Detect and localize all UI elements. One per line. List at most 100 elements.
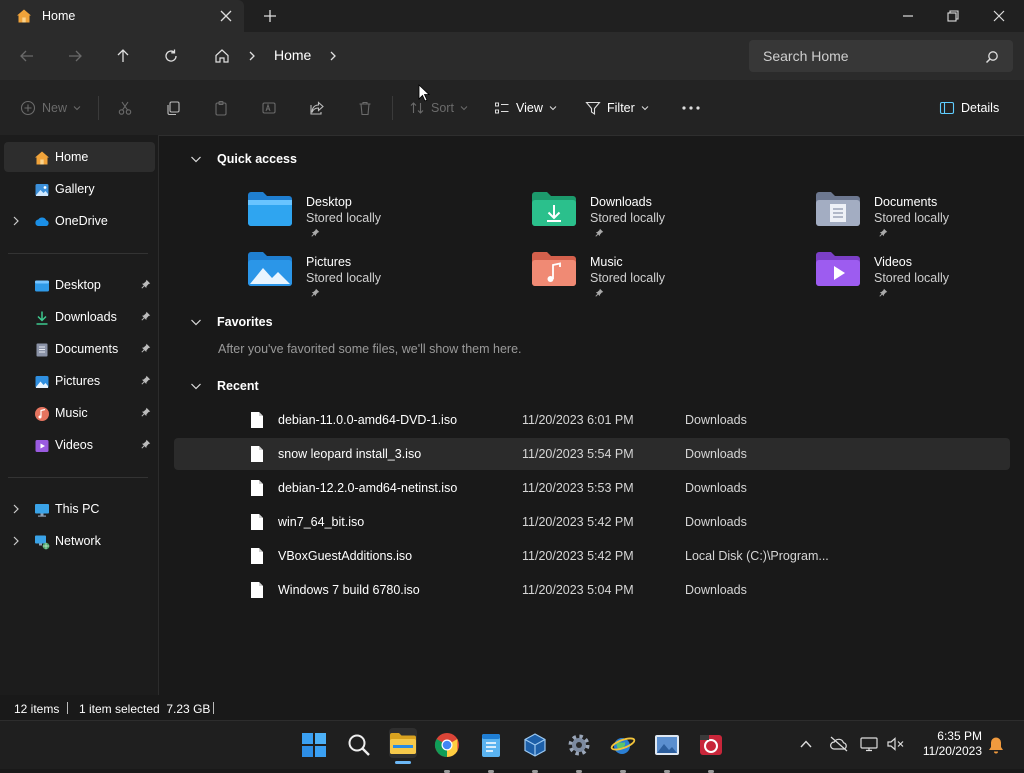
details-button[interactable]: Details [939, 100, 999, 116]
divider [213, 702, 214, 714]
videos-icon [34, 438, 50, 454]
more-options-icon[interactable] [682, 106, 700, 110]
start-button[interactable] [300, 731, 328, 759]
pin-icon[interactable] [141, 279, 151, 289]
quick-access-music[interactable]: Music Stored locally [532, 249, 792, 301]
forward-arrow-icon[interactable] [67, 48, 83, 64]
taskbar-app-globe[interactable] [609, 731, 637, 773]
sidebar-item-gallery[interactable]: Gallery [4, 174, 155, 204]
new-tab-icon[interactable] [262, 8, 278, 24]
cloud-offline-icon[interactable] [829, 736, 849, 752]
sidebar-item-music[interactable]: Music [4, 398, 155, 428]
pin-icon[interactable] [141, 439, 151, 449]
quick-access-documents[interactable]: Documents Stored locally [816, 189, 1024, 241]
sidebar-item-onedrive[interactable]: OneDrive [4, 206, 155, 236]
file-location: Downloads [685, 515, 747, 529]
taskbar: 6:35 PM 11/20/2023 [0, 720, 1024, 773]
up-arrow-icon[interactable] [115, 48, 131, 64]
sidebar-item-downloads[interactable]: Downloads [4, 302, 155, 332]
quick-access-pictures[interactable]: Pictures Stored locally [248, 249, 508, 301]
pin-icon[interactable] [141, 407, 151, 417]
onedrive-cloud-icon [34, 216, 50, 227]
delete-icon[interactable] [357, 100, 373, 116]
quick-access-header[interactable]: Quick access [190, 152, 297, 166]
pin-icon[interactable] [141, 343, 151, 353]
pin-icon[interactable] [141, 311, 151, 321]
volume-muted-icon[interactable] [886, 736, 906, 752]
home-breadcrumb-icon[interactable] [214, 48, 230, 64]
recent-file-row[interactable]: snow leopard install_3.iso 11/20/2023 5:… [174, 438, 1010, 470]
sidebar-item-home[interactable]: Home [4, 142, 155, 172]
favorites-header[interactable]: Favorites [190, 315, 273, 329]
refresh-icon[interactable] [163, 48, 179, 64]
filter-button[interactable]: Filter [585, 100, 649, 116]
taskbar-app-red[interactable] [697, 731, 725, 773]
back-arrow-icon[interactable] [19, 48, 35, 64]
sidebar-item-pictures[interactable]: Pictures [4, 366, 155, 396]
sidebar-item-network[interactable]: Network [4, 526, 155, 556]
paste-icon[interactable] [213, 100, 229, 116]
taskbar-file-explorer[interactable] [389, 728, 417, 764]
breadcrumb-chevron-icon[interactable] [246, 48, 258, 64]
quick-access-downloads[interactable]: Downloads Stored locally [532, 189, 792, 241]
sidebar-item-desktop[interactable]: Desktop [4, 270, 155, 300]
chevron-right-icon[interactable] [12, 504, 20, 514]
tab-home[interactable]: Home [0, 0, 244, 32]
file-name: VBoxGuestAdditions.iso [278, 549, 413, 563]
close-window-icon[interactable] [991, 8, 1007, 24]
sidebar-item-label: Desktop [55, 278, 101, 292]
chevron-right-icon[interactable] [12, 536, 20, 546]
rename-icon[interactable] [261, 100, 277, 116]
sidebar-item-documents[interactable]: Documents [4, 334, 155, 364]
taskbar-notepad[interactable] [477, 731, 505, 773]
new-button[interactable]: New [20, 100, 81, 116]
file-date: 11/20/2023 5:42 PM [522, 515, 634, 529]
quick-access-videos[interactable]: Videos Stored locally [816, 249, 1024, 301]
breadcrumb-chevron-icon[interactable] [327, 48, 339, 64]
recent-file-row[interactable]: debian-12.2.0-amd64-netinst.iso 11/20/20… [174, 472, 1010, 504]
network-display-icon[interactable] [860, 736, 878, 752]
notification-bell-icon[interactable] [988, 736, 1004, 754]
taskbar-search-button[interactable] [345, 731, 373, 759]
taskbar-virtualbox[interactable] [521, 731, 549, 773]
view-button[interactable]: View [494, 100, 557, 116]
sidebar-item-label: Documents [55, 342, 119, 356]
taskbar-photos[interactable] [653, 731, 681, 773]
file-icon [250, 445, 264, 463]
chevron-down-icon [549, 104, 557, 112]
quick-access-desktop[interactable]: Desktop Stored locally [248, 189, 508, 241]
new-label: New [42, 101, 68, 115]
sort-button[interactable]: Sort [409, 100, 468, 116]
pictures-icon [34, 374, 50, 390]
search-icon[interactable] [985, 50, 999, 64]
recent-header[interactable]: Recent [190, 379, 259, 393]
clock[interactable]: 6:35 PM 11/20/2023 [912, 729, 982, 758]
breadcrumb-home[interactable]: Home [274, 47, 311, 63]
sidebar-item-this-pc[interactable]: This PC [4, 494, 155, 524]
section-title: Favorites [217, 315, 273, 329]
details-pane-icon [939, 100, 955, 116]
close-tab-icon[interactable] [218, 8, 234, 24]
sidebar-item-videos[interactable]: Videos [4, 430, 155, 460]
section-title: Quick access [217, 152, 297, 166]
minimize-icon[interactable] [900, 8, 916, 24]
recent-file-row[interactable]: Windows 7 build 6780.iso 11/20/2023 5:04… [174, 574, 1010, 606]
sort-icon [409, 100, 425, 116]
cut-icon[interactable] [117, 100, 133, 116]
taskbar-settings[interactable] [565, 731, 593, 773]
search-placeholder[interactable]: Search Home [763, 48, 849, 64]
recent-file-row[interactable]: VBoxGuestAdditions.iso 11/20/2023 5:42 P… [174, 540, 1010, 572]
share-icon[interactable] [309, 100, 325, 116]
chevron-up-icon[interactable] [799, 738, 813, 750]
recent-file-row[interactable]: debian-11.0.0-amd64-DVD-1.iso 11/20/2023… [174, 404, 1010, 436]
search-box[interactable]: Search Home [749, 40, 1013, 72]
taskbar-chrome[interactable] [433, 731, 461, 773]
status-bar: 12 items 1 item selected 7.23 GB [0, 695, 1024, 720]
restore-icon[interactable] [945, 8, 961, 24]
recent-file-row[interactable]: win7_64_bit.iso 11/20/2023 5:42 PM Downl… [174, 506, 1010, 538]
file-name: Windows 7 build 6780.iso [278, 583, 420, 597]
pin-icon[interactable] [141, 375, 151, 385]
chevron-right-icon[interactable] [12, 216, 20, 226]
copy-icon[interactable] [165, 100, 181, 116]
filter-icon [585, 100, 601, 116]
